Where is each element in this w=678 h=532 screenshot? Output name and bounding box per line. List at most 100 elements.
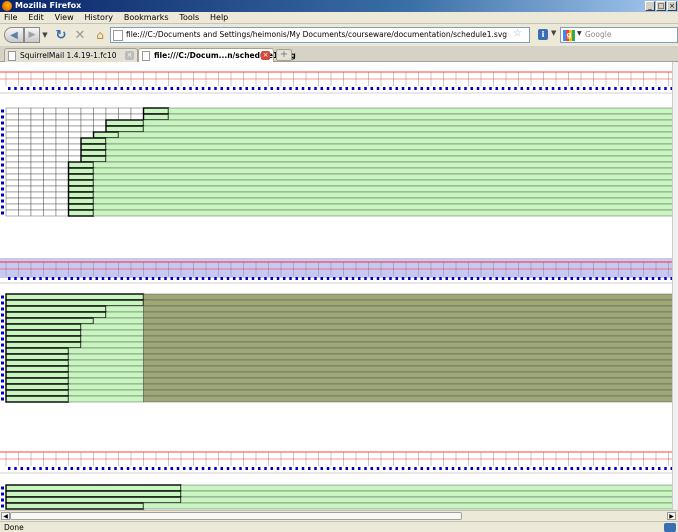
ruler-number-mark — [258, 467, 261, 470]
scroll-left-icon[interactable]: ◀ — [1, 512, 10, 520]
ruler-number-mark — [208, 277, 211, 280]
ruler-number-mark — [245, 277, 248, 280]
empty-cell — [18, 179, 32, 187]
ruler-number-mark — [495, 87, 498, 90]
free-region — [93, 179, 672, 187]
row-index-mark — [1, 486, 4, 490]
schedule-ruler-2 — [0, 258, 672, 284]
menu-history[interactable]: History — [81, 12, 117, 24]
menu-help[interactable]: Help — [206, 12, 232, 24]
home-button[interactable]: ⌂ — [92, 27, 108, 43]
url-bar[interactable]: file:///C:/Documents and Settings/heimon… — [110, 27, 530, 43]
ruler-number-mark — [258, 277, 261, 280]
menu-file[interactable]: File — [0, 12, 21, 24]
ruler-number-mark — [226, 87, 230, 90]
empty-cell — [30, 209, 44, 217]
new-tab-button[interactable]: + — [276, 49, 292, 61]
row-index-mark — [1, 133, 4, 137]
ruler-number-mark — [20, 277, 23, 280]
ruler-number-mark — [633, 87, 636, 90]
task-block — [105, 125, 145, 133]
tab-squirrelmail[interactable]: SquirrelMail 1.4.19-1.fc10 × — [4, 48, 138, 62]
ruler-number-mark — [658, 277, 661, 280]
empty-cell — [55, 107, 69, 115]
ruler-number-mark — [451, 467, 455, 470]
ruler-number-mark — [126, 467, 130, 470]
addon-status-icon[interactable] — [664, 523, 676, 532]
minimize-button[interactable]: _ — [645, 1, 655, 11]
ruler-number-mark — [633, 467, 636, 470]
free-region — [168, 113, 672, 121]
busy-region — [143, 293, 672, 301]
task-block — [5, 484, 182, 492]
ruler-number-mark — [533, 277, 536, 280]
maximize-button[interactable]: □ — [656, 1, 666, 11]
ruler-number-mark — [614, 87, 617, 90]
ruler-number-mark — [126, 277, 130, 280]
ruler-number-mark — [251, 277, 255, 280]
ruler-number-mark — [101, 277, 105, 280]
close-tab-icon[interactable]: × — [125, 51, 134, 60]
tab-schedule[interactable]: file:///C:/Docum...n/schedule1.svg × — [138, 48, 296, 62]
menu-edit[interactable]: Edit — [24, 12, 48, 24]
scroll-right-icon[interactable]: ▶ — [667, 512, 676, 520]
menu-tools[interactable]: Tools — [175, 12, 203, 24]
task-block — [67, 185, 95, 193]
ruler-number-mark — [139, 467, 142, 470]
empty-cell — [5, 173, 19, 181]
history-dropdown-button[interactable]: ▼ — [40, 27, 50, 43]
task-block — [5, 317, 95, 325]
reload-button[interactable]: ↻ — [53, 27, 69, 43]
ruler-number-mark — [145, 467, 148, 470]
back-button[interactable]: ◀ — [4, 27, 24, 43]
empty-cell — [18, 167, 32, 175]
empty-cell — [43, 203, 57, 211]
bookmark-star-icon[interactable]: ☆ — [513, 28, 522, 39]
ruler-number-mark — [545, 87, 548, 90]
ruler-number-mark — [664, 277, 667, 280]
task-block — [5, 490, 182, 498]
empty-cell — [18, 119, 32, 127]
ruler-number-mark — [651, 467, 655, 470]
ruler-number-mark — [351, 87, 355, 90]
empty-cell — [43, 131, 57, 139]
ruler-number-mark — [489, 87, 492, 90]
ruler-number-mark — [614, 277, 617, 280]
scrollbar-thumb[interactable] — [10, 512, 462, 520]
addon-dropdown-icon[interactable]: ▼ — [551, 29, 556, 37]
svg-content-area[interactable] — [0, 62, 672, 510]
ruler-number-mark — [314, 277, 317, 280]
menu-view[interactable]: View — [51, 12, 78, 24]
search-box[interactable]: g ▼ Google — [560, 27, 678, 43]
empty-cell — [5, 143, 19, 151]
google-engine-icon[interactable]: g — [563, 30, 575, 41]
empty-cell — [5, 149, 19, 157]
close-tab-icon[interactable]: × — [261, 51, 270, 60]
task-block — [105, 119, 145, 127]
ruler-number-mark — [45, 277, 48, 280]
stop-button[interactable]: ✕ — [72, 27, 88, 43]
task-block — [5, 359, 70, 367]
ruler-number-mark — [151, 277, 155, 280]
addon-toolbar-icon[interactable]: i — [538, 29, 548, 40]
ruler-number-mark — [664, 87, 667, 90]
menu-bookmarks[interactable]: Bookmarks — [120, 12, 173, 24]
url-text[interactable]: file:///C:/Documents and Settings/heimon… — [126, 28, 507, 42]
ruler-number-mark — [101, 467, 105, 470]
ruler-number-mark — [276, 467, 280, 470]
ruler-number-mark — [651, 277, 655, 280]
close-button[interactable]: × — [667, 1, 677, 11]
ruler-number-mark — [420, 467, 423, 470]
vertical-scrollbar[interactable] — [672, 62, 678, 510]
ruler-number-mark — [58, 467, 61, 470]
horizontal-scrollbar[interactable]: ◀ ▶ — [0, 510, 678, 521]
task-block — [5, 329, 82, 337]
ruler-number-mark — [464, 277, 467, 280]
ruler-number-mark — [526, 277, 530, 280]
engine-dropdown-icon[interactable]: ▼ — [577, 30, 582, 37]
page-file-icon — [113, 30, 123, 41]
free-region — [93, 173, 672, 181]
forward-button[interactable]: ▶ — [24, 27, 40, 43]
ruler-number-mark — [114, 467, 117, 470]
ruler-number-mark — [139, 277, 142, 280]
